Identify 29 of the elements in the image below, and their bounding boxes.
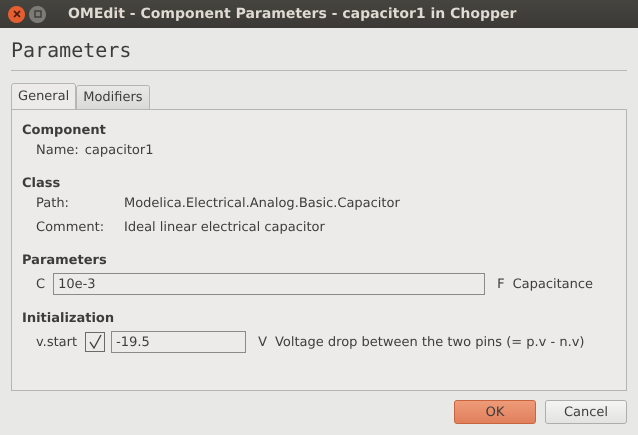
field-label: Name: [36, 142, 79, 158]
unit-label: F [497, 276, 505, 292]
parameter-description: Capacitance [512, 276, 594, 292]
tab[interactable]: Modifiers [76, 85, 150, 109]
field-value: Modelica.Electrical.Analog.Basic.Capacitor [124, 196, 400, 210]
close-button[interactable] [8, 6, 25, 22]
section-heading: Class [22, 176, 62, 191]
parameter-description: Voltage drop between the two pins (= p.v - n.v) [275, 334, 584, 350]
field-value: Ideal linear electrical capacitor [124, 220, 325, 234]
value-field[interactable]: 10e-3 [53, 273, 486, 295]
dialog-button[interactable]: OK [454, 400, 536, 424]
value-field[interactable]: -19.5 [111, 331, 246, 353]
section-heading: Initialization [22, 311, 116, 326]
checkbox[interactable] [85, 332, 106, 352]
tab[interactable]: General [11, 83, 76, 109]
close-icon [12, 10, 20, 18]
parameter-name: C [36, 276, 46, 292]
minimize-button[interactable] [29, 6, 46, 22]
square-icon [34, 10, 42, 18]
field-label: Comment: [36, 220, 106, 234]
section-heading: Parameters [22, 253, 108, 268]
parameter-name: v.start [36, 334, 78, 350]
section-heading: Component [22, 123, 107, 138]
field-label: Path: [36, 196, 70, 210]
unit-label: V [258, 334, 268, 350]
dialog-heading: Parameters [11, 38, 132, 62]
field-value: capacitor1 [84, 142, 154, 158]
dialog-button[interactable]: Cancel [545, 400, 627, 424]
window-title: OMEdit - Component Parameters - capacitor1 in Chopper [68, 6, 516, 22]
